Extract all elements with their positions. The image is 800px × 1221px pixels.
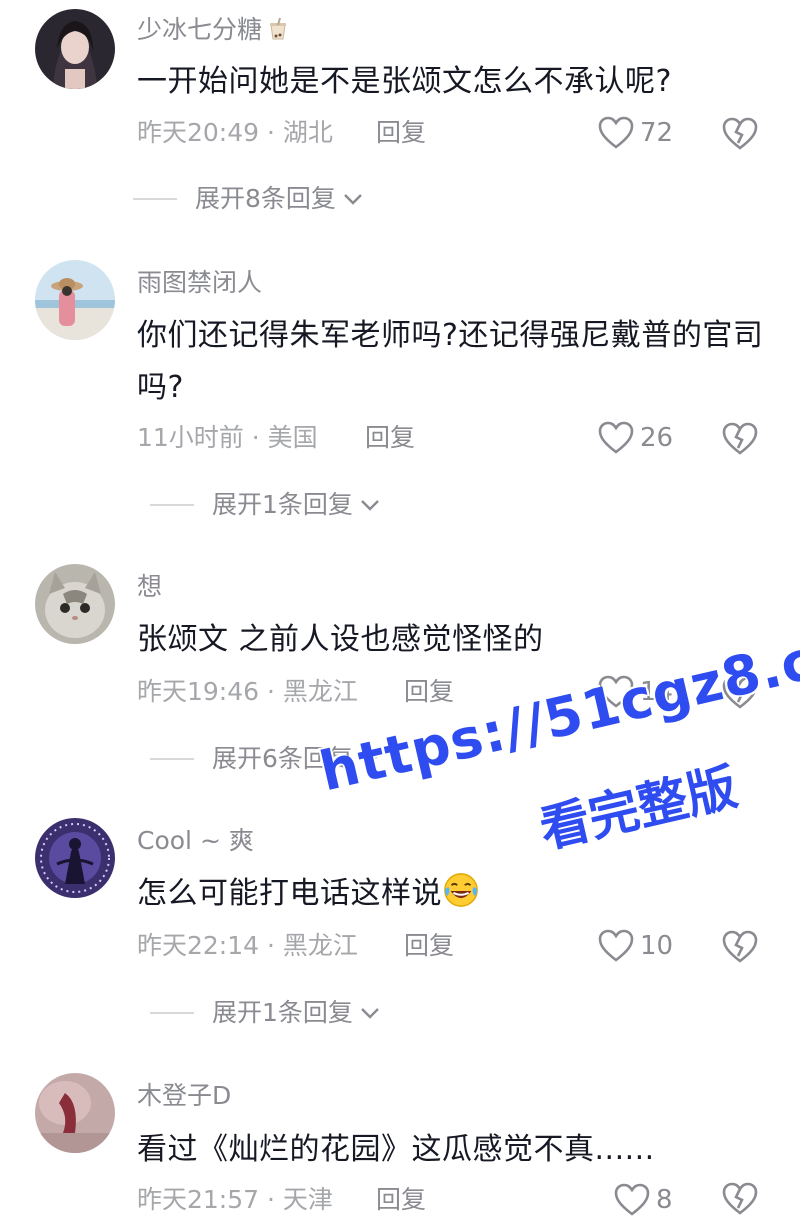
broken-heart-icon bbox=[722, 676, 758, 709]
laughing-tears-emoji bbox=[444, 873, 478, 907]
comment-text: 怎么可能打电话这样说 bbox=[137, 868, 767, 920]
divider-line bbox=[150, 758, 194, 760]
divider-line bbox=[133, 198, 177, 200]
comment-time: 昨天21:57 bbox=[137, 1185, 260, 1214]
broken-heart-icon bbox=[722, 117, 758, 150]
chevron-down-icon bbox=[361, 1008, 379, 1019]
heart-icon bbox=[614, 1183, 650, 1216]
comment-text: 看过《灿烂的花园》这瓜感觉不真...... bbox=[137, 1132, 655, 1167]
dislike-button[interactable] bbox=[722, 116, 758, 152]
like-count: 72 bbox=[640, 118, 674, 148]
heart-icon bbox=[598, 116, 634, 149]
comment-meta: 昨天21:57 · 天津 bbox=[137, 1185, 333, 1214]
chevron-down-icon bbox=[361, 500, 379, 511]
avatar[interactable] bbox=[35, 818, 115, 898]
heart-icon bbox=[598, 929, 634, 962]
username[interactable]: 雨图禁闭人 bbox=[137, 268, 262, 298]
dislike-button[interactable] bbox=[722, 1181, 758, 1217]
chevron-down-icon bbox=[361, 754, 379, 765]
expand-replies-button[interactable]: 展开1条回复 bbox=[150, 998, 381, 1028]
username[interactable]: 想 bbox=[137, 572, 162, 602]
expand-replies-label: 展开6条回复 bbox=[212, 744, 353, 773]
avatar[interactable] bbox=[35, 260, 115, 340]
comment-meta: 昨天20:49 · 湖北 bbox=[137, 118, 333, 147]
comment-meta: 11小时前 · 美国 bbox=[137, 423, 318, 452]
like-button[interactable]: 72 bbox=[598, 116, 673, 150]
comment-text: 张颂文 之前人设也感觉怪怪的 bbox=[137, 622, 544, 657]
avatar[interactable] bbox=[35, 564, 115, 644]
comment-location: 黑龙江 bbox=[282, 931, 358, 960]
comment-time: 昨天20:49 bbox=[137, 118, 260, 147]
username-text[interactable]: 少冰七分糖 bbox=[137, 15, 262, 44]
expand-replies-label: 展开1条回复 bbox=[212, 490, 353, 519]
like-count: 26 bbox=[640, 423, 674, 453]
username[interactable]: Cool ~ 爽 bbox=[137, 826, 254, 856]
comment-time: 昨天19:46 bbox=[137, 677, 260, 706]
comment-time: 11小时前 bbox=[137, 423, 244, 452]
like-button[interactable]: 26 bbox=[598, 421, 673, 455]
like-count: 8 bbox=[656, 1185, 673, 1215]
chevron-down-icon bbox=[344, 194, 362, 205]
username[interactable]: 木登子D bbox=[137, 1081, 231, 1111]
expand-replies-button[interactable]: 展开8条回复 bbox=[133, 184, 364, 214]
avatar[interactable] bbox=[35, 1073, 115, 1153]
comment-text: 你们还记得朱军老师吗?还记得强尼戴普的官司吗? bbox=[137, 318, 764, 405]
reply-button[interactable]: 回复 bbox=[404, 677, 454, 707]
reply-button[interactable]: 回复 bbox=[404, 931, 454, 961]
bubble-tea-icon bbox=[266, 17, 290, 41]
comment-location: 黑龙江 bbox=[282, 677, 358, 706]
divider-line bbox=[150, 1012, 194, 1014]
expand-replies-label: 展开1条回复 bbox=[212, 998, 353, 1027]
comment-location: 天津 bbox=[282, 1185, 333, 1214]
dislike-button[interactable] bbox=[722, 421, 758, 457]
comment-meta: 昨天22:14 · 黑龙江 bbox=[137, 931, 358, 960]
avatar[interactable] bbox=[35, 9, 115, 89]
divider-line bbox=[150, 504, 194, 506]
broken-heart-icon bbox=[722, 422, 758, 455]
reply-button[interactable]: 回复 bbox=[365, 423, 415, 453]
comment-location: 湖北 bbox=[282, 118, 333, 147]
comment-meta: 昨天19:46 · 黑龙江 bbox=[137, 677, 358, 706]
like-count: 10 bbox=[640, 931, 674, 961]
expand-replies-button[interactable]: 展开1条回复 bbox=[150, 490, 381, 520]
like-button[interactable]: 8 bbox=[614, 1183, 673, 1217]
expand-replies-label: 展开8条回复 bbox=[195, 184, 336, 213]
username[interactable]: 少冰七分糖 bbox=[137, 15, 290, 45]
expand-replies-button[interactable]: 展开6条回复 bbox=[150, 744, 381, 774]
heart-icon bbox=[598, 675, 634, 708]
comment-time: 昨天22:14 bbox=[137, 931, 260, 960]
dislike-button[interactable] bbox=[722, 675, 758, 711]
dislike-button[interactable] bbox=[722, 929, 758, 965]
broken-heart-icon bbox=[722, 1182, 758, 1215]
heart-icon bbox=[598, 421, 634, 454]
like-button[interactable]: 14 bbox=[598, 675, 673, 709]
comment-text-content: 怎么可能打电话这样说 bbox=[137, 876, 442, 911]
like-button[interactable]: 10 bbox=[598, 929, 673, 963]
reply-button[interactable]: 回复 bbox=[376, 1185, 426, 1215]
reply-button[interactable]: 回复 bbox=[376, 118, 426, 148]
comment-location: 美国 bbox=[267, 423, 318, 452]
broken-heart-icon bbox=[722, 930, 758, 963]
watermark-caption: 看完整版 bbox=[534, 757, 743, 860]
like-count: 14 bbox=[640, 677, 674, 707]
comment-text: 一开始问她是不是张颂文怎么不承认呢? bbox=[137, 64, 672, 99]
